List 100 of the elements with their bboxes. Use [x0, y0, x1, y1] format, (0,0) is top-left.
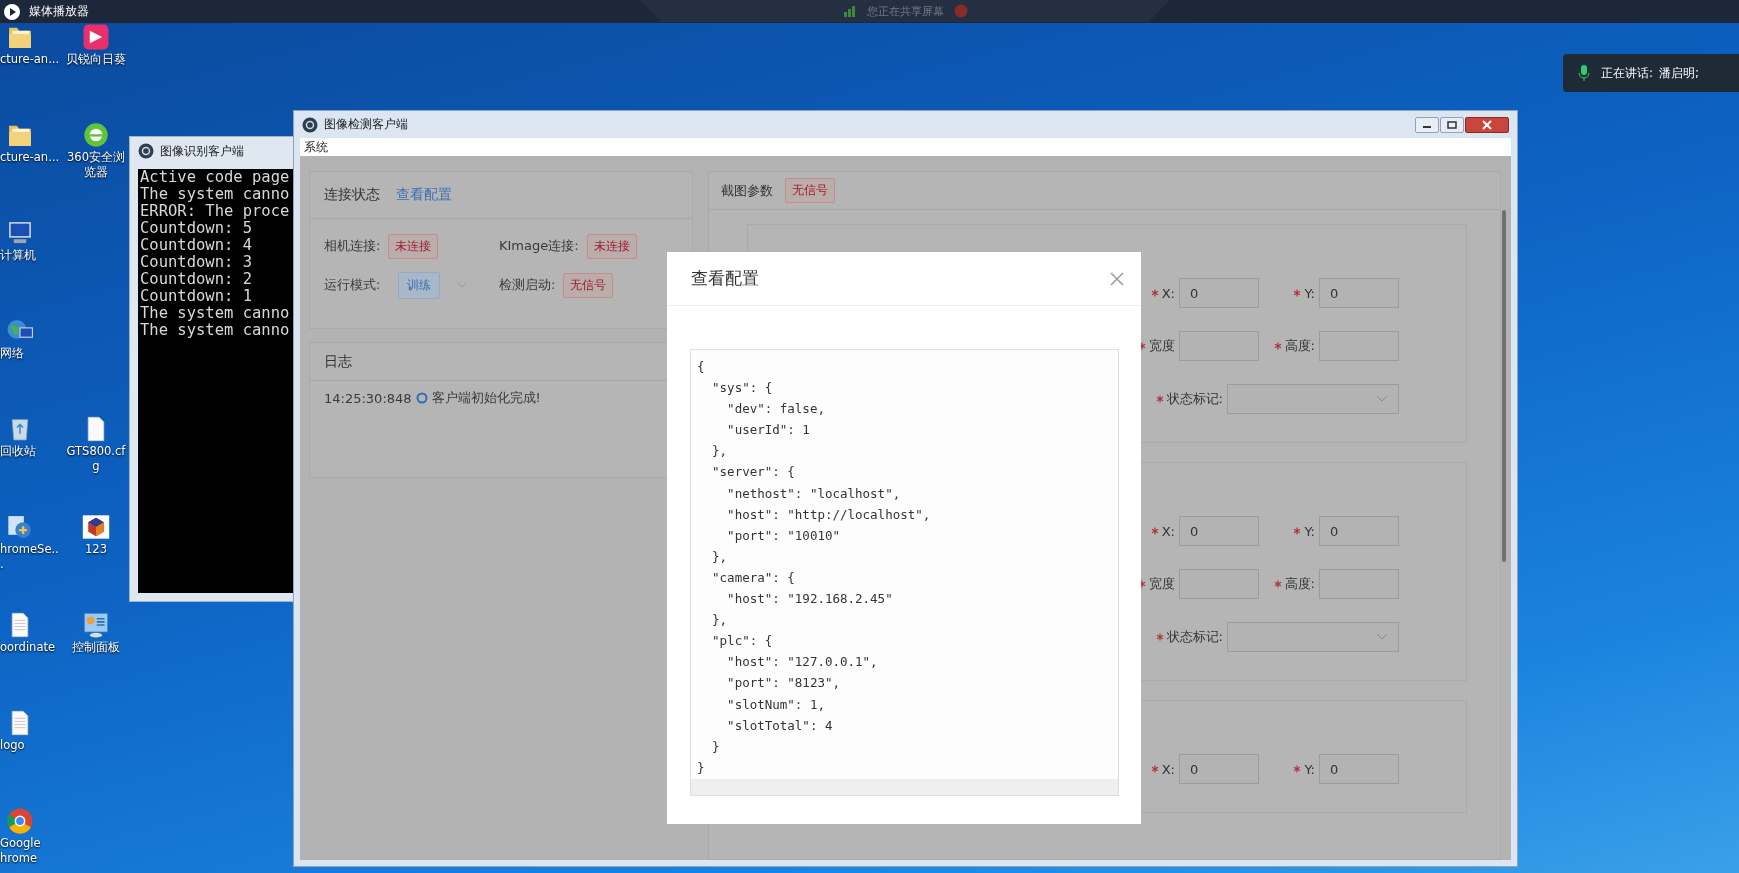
- field-label: Y:: [1304, 285, 1315, 301]
- select-field[interactable]: [1227, 622, 1399, 652]
- code-line: "host": "http://localhost",: [726, 505, 931, 524]
- desktop-icon-label[interactable]: cture-an...: [0, 52, 62, 67]
- console-line: Countdown: 4: [140, 237, 252, 254]
- app-icon[interactable]: [82, 23, 110, 51]
- input-field[interactable]: [1319, 569, 1399, 599]
- input-field[interactable]: 0: [1179, 278, 1259, 308]
- input-field[interactable]: 0: [1319, 516, 1399, 546]
- code-line: "userId": 1: [726, 421, 810, 440]
- field-label: 宽度: [1149, 575, 1175, 593]
- desktop-icon-label[interactable]: 贝锐向日葵: [65, 52, 127, 67]
- select-field[interactable]: [1227, 384, 1399, 414]
- window-title: 图像识别客户端: [160, 142, 244, 160]
- caret-icon: [1376, 395, 1388, 403]
- code-line: "sys": {: [711, 379, 773, 398]
- panel-title: 日志: [324, 352, 352, 371]
- log-message: 客户端初始化完成!: [431, 389, 541, 407]
- scrollbar[interactable]: [1502, 210, 1506, 562]
- console-line: Countdown: 2: [140, 271, 252, 288]
- microphone-icon: [1577, 65, 1591, 81]
- dialog-title: 查看配置: [691, 267, 759, 290]
- desktop-icon-label[interactable]: oordinate: [0, 640, 62, 655]
- desktop-icon-label[interactable]: hromeSe...: [0, 542, 62, 572]
- menu-item[interactable]: 系统: [300, 138, 332, 156]
- field-label: X:: [1161, 761, 1175, 777]
- minimize-button[interactable]: [1415, 116, 1439, 133]
- code-line: "port": "8123",: [726, 674, 840, 693]
- desktop-icon-label[interactable]: Google hrome: [0, 836, 62, 866]
- code-line: "slotTotal": 4: [726, 716, 833, 735]
- caret-icon: [1376, 633, 1388, 641]
- desktop-icon-label[interactable]: GTS800.cfg: [65, 444, 127, 474]
- status-tag: 未连接: [388, 233, 439, 259]
- maximize-button[interactable]: [1440, 116, 1464, 133]
- speaking-label: 正在讲话:: [1601, 64, 1654, 82]
- desktop-icon-label[interactable]: 回收站: [0, 444, 62, 459]
- status-tag: 无信号: [563, 272, 614, 298]
- input-field[interactable]: 0: [1319, 754, 1399, 784]
- close-button[interactable]: [1465, 116, 1509, 133]
- input-field[interactable]: 0: [1179, 516, 1259, 546]
- field-label: 高度:: [1284, 575, 1315, 593]
- code-line: "dev": false,: [726, 400, 825, 419]
- console-line: Countdown: 3: [140, 254, 252, 271]
- console-line: ERROR: The proce: [140, 203, 290, 220]
- code-line: },: [711, 442, 728, 461]
- status-tag: 无信号: [785, 178, 835, 203]
- input-field[interactable]: [1319, 331, 1399, 361]
- code-line: },: [711, 611, 728, 630]
- console-line: The system canno: [140, 186, 290, 203]
- code-line: },: [711, 547, 728, 566]
- code-line: "nethost": "localhost",: [726, 484, 901, 503]
- field-label: 状态标记:: [1166, 390, 1223, 408]
- console-line: The system canno: [140, 322, 290, 339]
- speaker-name: 潘启明;: [1659, 64, 1700, 82]
- code-line: "slotNum": 1,: [726, 695, 825, 714]
- player-title: 媒体播放器: [29, 3, 89, 20]
- caret-icon: [456, 281, 469, 289]
- close-icon: [1482, 119, 1492, 130]
- status-label: 运行模式:: [324, 276, 381, 294]
- code-line: "host": "192.168.2.45": [726, 590, 893, 609]
- desktop-icon-label[interactable]: 控制面板: [65, 640, 127, 655]
- cube-icon[interactable]: [82, 513, 110, 541]
- installer-icon[interactable]: [6, 513, 34, 541]
- panel-title: 连接状态: [324, 186, 380, 204]
- code-line: "camera": {: [711, 568, 795, 587]
- field-label: X:: [1161, 285, 1175, 301]
- close-icon[interactable]: [1109, 270, 1125, 287]
- field-label: Y:: [1304, 761, 1315, 777]
- desktop-icon-label[interactable]: logo: [0, 738, 62, 753]
- dot-icon: [415, 392, 428, 404]
- status-label: 相机连接:: [324, 237, 381, 255]
- console-line: Countdown: 5: [140, 220, 252, 237]
- desktop-icon-label[interactable]: cture-an...: [0, 150, 62, 165]
- desktop-icon-label[interactable]: 计算机: [0, 248, 62, 263]
- field-label: 高度:: [1284, 337, 1315, 355]
- control-panel-icon[interactable]: [82, 611, 110, 639]
- code-line: "port": "10010": [726, 526, 840, 545]
- input-field[interactable]: 0: [1319, 278, 1399, 308]
- field-label: Y:: [1304, 523, 1315, 539]
- log-time: 14:25:30:848: [324, 390, 412, 406]
- field-label: 状态标记:: [1166, 628, 1223, 646]
- browser-icon[interactable]: [82, 121, 110, 149]
- code-line: }: [711, 737, 720, 756]
- status-label: 检测启动:: [499, 276, 556, 294]
- console-line: Countdown: 1: [140, 288, 252, 305]
- desktop-icon-label[interactable]: 网络: [0, 346, 62, 361]
- share-notice: 您正在共享屏幕: [866, 3, 944, 19]
- code-line: }: [697, 758, 705, 777]
- browser-icon[interactable]: [6, 807, 34, 835]
- field-label: X:: [1161, 523, 1175, 539]
- input-field[interactable]: [1179, 569, 1259, 599]
- maximize-icon: [1447, 120, 1457, 129]
- input-field[interactable]: [1179, 331, 1259, 361]
- console-line: The system canno: [140, 305, 290, 322]
- code-line: "server": {: [711, 463, 795, 482]
- scrollbar[interactable]: [691, 779, 1118, 795]
- desktop-icon-label[interactable]: 360安全浏览器: [65, 150, 127, 180]
- signal-icon: [842, 4, 857, 18]
- desktop-icon-label[interactable]: 123: [65, 542, 127, 557]
- input-field[interactable]: 0: [1179, 754, 1259, 784]
